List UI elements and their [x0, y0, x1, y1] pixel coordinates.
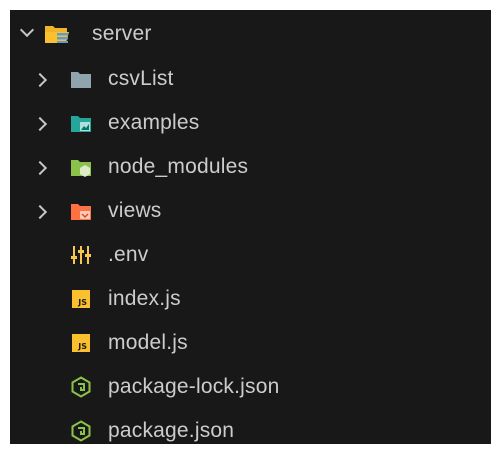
- folder-open-server-icon: [45, 26, 69, 43]
- tree-item-label: package.json: [108, 419, 235, 442]
- tree-item-label: index.js: [108, 287, 181, 310]
- svg-text:JS: JS: [77, 298, 87, 307]
- tree-item-label: csvList: [108, 67, 174, 90]
- tree-item-package-json-file[interactable]: package.json: [10, 409, 491, 453]
- env-settings-icon: [71, 246, 91, 264]
- tree-item-label: package-lock.json: [108, 375, 280, 398]
- folder-views-icon: [71, 204, 91, 220]
- screenshot-frame: server csvList examples node_modules vie…: [0, 0, 491, 444]
- chevron-right-icon[interactable]: [32, 72, 48, 88]
- tree-item-index-js-file[interactable]: JS index.js: [10, 277, 491, 321]
- tree-item-label: server: [92, 22, 152, 45]
- npm-package-icon: [71, 420, 91, 442]
- file-explorer-tree: server csvList examples node_modules vie…: [10, 10, 491, 444]
- tree-item-label: views: [108, 199, 162, 222]
- javascript-icon: JS: [72, 334, 90, 352]
- tree-item-label: node_modules: [108, 155, 249, 178]
- tree-item-model-js-file[interactable]: JS model.js: [10, 321, 491, 365]
- tree-item-package-lock-json-file[interactable]: package-lock.json: [10, 365, 491, 409]
- tree-item-label: .env: [108, 243, 149, 266]
- tree-item-server-folder[interactable]: server: [10, 13, 491, 57]
- chevron-right-icon[interactable]: [32, 204, 48, 220]
- svg-text:JS: JS: [77, 342, 87, 351]
- javascript-icon: JS: [72, 290, 90, 308]
- chevron-right-icon[interactable]: [32, 160, 48, 176]
- folder-images-icon: [71, 116, 91, 132]
- tree-item-views-folder[interactable]: views: [10, 189, 491, 233]
- chevron-down-icon[interactable]: [19, 22, 35, 38]
- folder-icon: [71, 72, 91, 88]
- tree-item-csvlist-folder[interactable]: csvList: [10, 57, 491, 101]
- tree-item-env-file[interactable]: .env: [10, 233, 491, 277]
- tree-item-node-modules-folder[interactable]: node_modules: [10, 145, 491, 189]
- tree-item-label: model.js: [108, 331, 188, 354]
- folder-node-icon: [71, 160, 91, 177]
- npm-package-icon: [71, 376, 91, 398]
- tree-item-label: examples: [108, 111, 200, 134]
- chevron-right-icon[interactable]: [32, 116, 48, 132]
- tree-item-examples-folder[interactable]: examples: [10, 101, 491, 145]
